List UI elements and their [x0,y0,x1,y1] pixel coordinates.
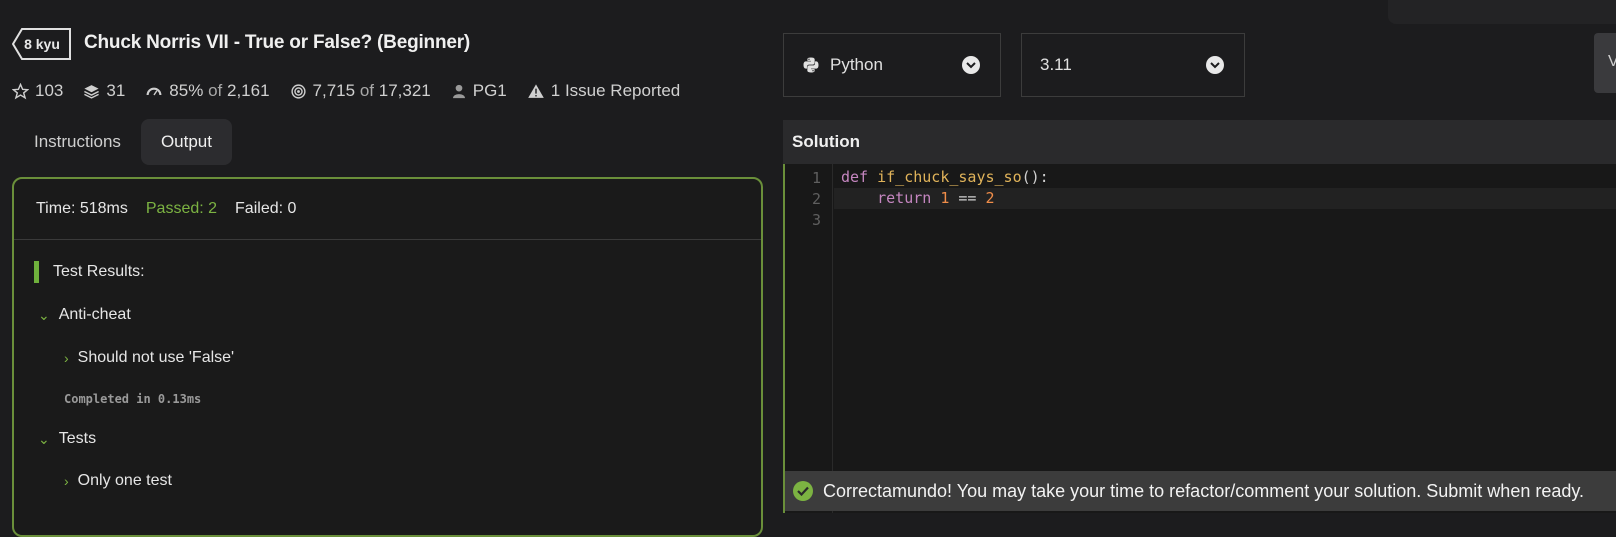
warning-icon [527,83,544,98]
line-gutter: 1 2 3 [785,164,833,513]
completed-of: of [359,81,374,100]
gauge-icon [146,87,162,95]
line-number: 1 [811,169,821,187]
language-value: Python [830,55,883,74]
chevron-right-icon: › [64,473,69,489]
code-function-name: if_chuck_says_so [877,168,1022,186]
kata-stats: 103 31 85% of 2,161 7,715 of 17,321 PG1 … [12,78,700,104]
version-select[interactable]: 3.11 [1021,33,1245,97]
tab-instructions[interactable]: Instructions [14,119,141,165]
test-group-label: Anti-cheat [58,306,131,323]
satisfaction-stat: 85% of 2,161 [145,81,270,101]
test-item-label: Should not use 'False' [77,349,235,366]
test-item[interactable]: › Only one test [64,472,172,490]
completed-time: Completed in 0.13ms [64,392,202,406]
completed-total: 17,321 [378,81,431,100]
test-group-anti-cheat[interactable]: ⌄ Anti-cheat [38,306,131,324]
code-operator: == [958,189,977,207]
python-icon [803,57,819,73]
line-number: 2 [811,190,821,208]
rank-label: 8 kyu [24,36,60,52]
star-icon [12,82,29,99]
language-select[interactable]: Python [783,33,1001,97]
solution-header: Solution [783,120,1616,164]
output-panel: Time: 518ms Passed: 2 Failed: 0 Test Res… [12,177,763,537]
test-time: Time: 518ms [36,200,128,217]
stars-count: 103 [35,81,64,100]
rank-badge: 8 kyu [12,28,72,60]
toast-message: Correctamundo! You may take your time to… [823,480,1585,501]
success-toast: Correctamundo! You may take your time to… [785,471,1616,511]
code-number: 1 [940,189,950,207]
test-item[interactable]: › Should not use 'False' [64,349,234,367]
satisfaction-of: of [208,81,223,100]
author-stat[interactable]: PG1 [451,81,507,101]
check-circle-icon [793,481,813,501]
chevron-down-icon [1206,56,1224,74]
results-accent-bar [34,261,39,283]
completed-stat: 7,715 of 17,321 [290,81,431,101]
chevron-down-icon: ⌄ [38,430,50,447]
test-group-tests[interactable]: ⌄ Tests [38,430,96,448]
issues-label: 1 Issue Reported [550,81,681,100]
completed-count: 7,715 [312,81,356,100]
test-summary: Time: 518ms Passed: 2 Failed: 0 [14,179,761,240]
test-item-label: Only one test [77,472,172,489]
version-value: 3.11 [1040,55,1072,74]
failed-count: Failed: 0 [235,200,297,217]
layers-icon [84,84,100,99]
satisfaction-rate: 85% [169,81,204,100]
test-results-label: Test Results: [53,263,145,280]
panel-tabs: Instructions Output [14,119,232,165]
code-keyword: def [841,168,869,186]
code-line-active[interactable]: return 1 == 2 [834,188,1616,209]
kata-title[interactable]: Chuck Norris VII - True or False? (Begin… [84,32,470,54]
code-line[interactable]: def if_chuck_says_so(): [841,167,1049,188]
code-punctuation: (): [1021,168,1049,186]
collections-count: 31 [106,81,126,100]
code-editor[interactable]: 1 2 3 def if_chuck_says_so(): return 1 =… [783,164,1616,513]
line-number: 3 [811,211,821,229]
test-group-label: Tests [58,430,97,447]
author-name: PG1 [472,81,507,100]
side-button-label: V [1608,53,1616,70]
stars-stat[interactable]: 103 [12,81,63,101]
passed-count: Passed: 2 [145,200,218,217]
code-number: 2 [985,189,995,207]
issues-stat[interactable]: 1 Issue Reported [527,81,680,101]
collections-stat[interactable]: 31 [83,81,125,101]
side-button[interactable]: V [1594,33,1616,93]
test-results-header: Test Results: [34,261,145,283]
user-icon [452,84,465,98]
code-keyword: return [877,189,932,207]
tab-output[interactable]: Output [140,119,232,165]
chevron-down-icon [962,56,980,74]
top-right-bar [1388,0,1616,24]
chevron-right-icon: › [64,350,69,366]
target-icon [290,83,306,99]
satisfaction-total: 2,161 [226,81,270,100]
chevron-down-icon: ⌄ [38,306,50,323]
